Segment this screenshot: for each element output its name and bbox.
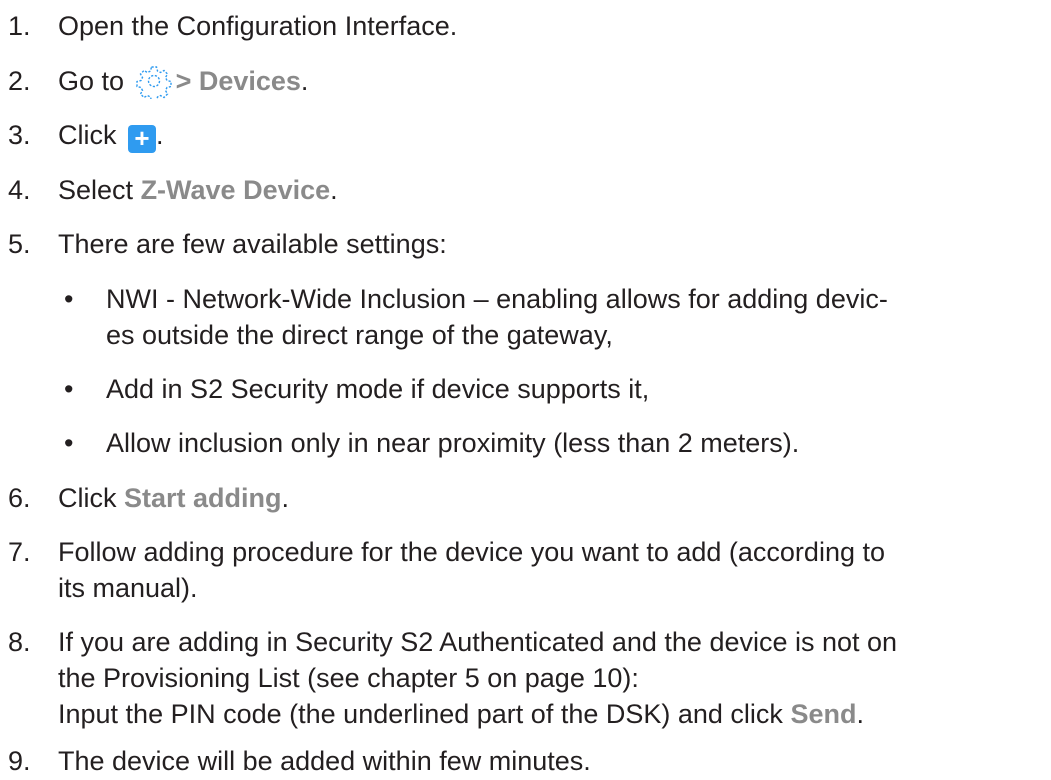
bullet-text: es outside the direct range of the gatew… (106, 320, 613, 350)
devices-menu-label: > Devices (175, 66, 301, 96)
step-number: 8. (8, 627, 31, 657)
step-number: 5. (8, 229, 31, 259)
step-text: Go to (58, 66, 125, 96)
start-adding-label: Start adding (124, 483, 282, 513)
step-number: 9. (8, 746, 31, 776)
bullet-text: NWI - Network-Wide Inclusion – enabling … (106, 284, 888, 314)
step-text: Open the Configuration Interface. (58, 11, 458, 41)
step-number: 1. (8, 11, 31, 41)
step-punct: . (156, 120, 164, 150)
step-punct: . (281, 483, 290, 513)
step-punct: . (300, 66, 309, 96)
step-number: 3. (8, 120, 31, 150)
step-number: 2. (8, 66, 31, 96)
plus-icon: + (128, 125, 157, 153)
bullet-symbol: • (64, 284, 74, 314)
bullet-symbol: • (64, 428, 74, 458)
send-label: Send (790, 699, 857, 729)
step-punct: . (330, 175, 338, 205)
step-text: Click (58, 120, 117, 150)
step-text: The device will be added within few minu… (58, 746, 591, 776)
step-punct: . (856, 699, 864, 729)
step-number: 4. (8, 175, 31, 205)
gear-icon (135, 66, 172, 99)
step-text: its manual). (58, 573, 198, 603)
step-number: 6. (8, 483, 31, 513)
bullet-symbol: • (64, 374, 74, 404)
bullet-text: Allow inclusion only in near proximity (… (106, 428, 800, 458)
step-text: Input the PIN code (the underlined part … (58, 699, 783, 729)
step-text: If you are adding in Security S2 Authent… (58, 627, 898, 657)
step-number: 7. (8, 537, 31, 567)
zwave-device-label: Z-Wave Device (140, 175, 331, 205)
step-text: There are few available settings: (58, 229, 447, 259)
step-text: Follow adding procedure for the device y… (58, 537, 885, 567)
bullet-text: Add in S2 Security mode if device suppor… (106, 374, 650, 404)
step-text: Select (58, 175, 134, 205)
instructions-page: 1. Open the Configuration Interface. 2. … (0, 0, 1051, 780)
step-text: the Provisioning List (see chapter 5 on … (58, 663, 639, 693)
step-text: Click (58, 483, 117, 513)
